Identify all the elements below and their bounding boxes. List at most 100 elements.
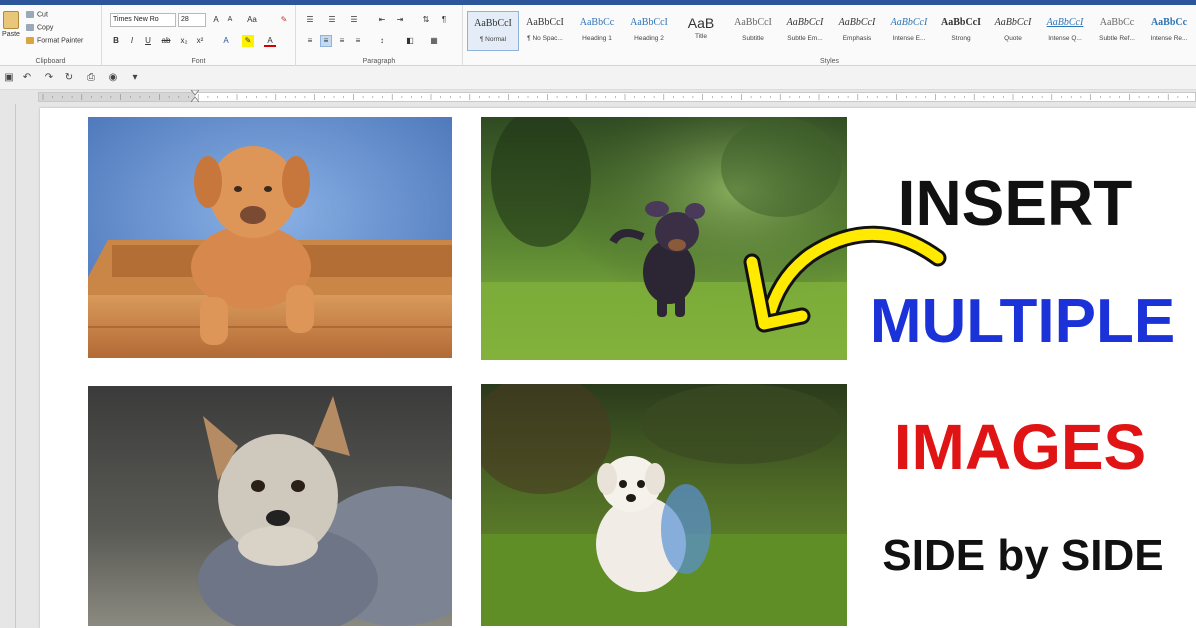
brush-icon [26, 37, 34, 44]
style-name: Subtle Em... [787, 35, 823, 42]
save-icon[interactable]: ▣ [2, 71, 16, 85]
align-center-icon[interactable]: ≡ [320, 35, 332, 47]
underline-button[interactable]: U [142, 35, 154, 47]
copy-label: Copy [37, 24, 54, 32]
style-name: Subtle Ref... [1099, 35, 1135, 42]
style-normal[interactable]: AaBbCcI ¶ Normal [467, 11, 519, 51]
text-effects-icon[interactable]: A [220, 35, 232, 47]
decrease-indent-icon[interactable]: ⇤ [376, 14, 388, 26]
style-sample: AaBbCcI [1046, 17, 1084, 28]
style-name: Subtitle [742, 35, 764, 42]
customize-toolbar-icon[interactable]: ▾ [128, 71, 142, 85]
style-sample: AaBbCcI [734, 17, 772, 28]
style-sample: AaBbCcI [940, 17, 981, 28]
undo-icon[interactable]: ↶ [20, 71, 34, 85]
paste-button[interactable]: Paste [0, 11, 22, 47]
font-size-box[interactable]: 28 [178, 13, 206, 27]
subscript-icon[interactable]: x₂ [178, 35, 190, 47]
strikethrough-icon[interactable]: ab [160, 35, 172, 47]
paste-label: Paste [2, 31, 20, 38]
format-painter-button[interactable]: Format Painter [26, 37, 83, 44]
word-window: Paste Cut Copy Format Painter Clipboard … [0, 0, 1196, 628]
style-name: Quote [1004, 35, 1022, 42]
multilevel-list-icon[interactable]: ☰ [348, 14, 360, 26]
highlight-icon[interactable]: ✎ [242, 35, 254, 47]
superscript-icon[interactable]: x² [194, 35, 206, 47]
cut-button[interactable]: Cut [26, 11, 48, 18]
copy-icon [26, 24, 34, 31]
style-intense-reference[interactable]: AaBbCc Intense Re... [1143, 11, 1195, 51]
paste-icon [3, 11, 19, 29]
grow-font-icon[interactable]: A [210, 14, 222, 26]
style-heading-1[interactable]: AaBbCc Heading 1 [571, 11, 623, 51]
borders-icon[interactable]: ▦ [428, 35, 440, 47]
font-color-icon[interactable]: A [264, 35, 276, 47]
font-group: Times New Ro 28 A A Aa ✎ B I U ab x₂ x² … [102, 5, 296, 66]
style-sample: AaBbCc [579, 17, 615, 28]
redo-icon[interactable]: ↷ [42, 71, 56, 85]
font-name-box[interactable]: Times New Ro [110, 13, 176, 27]
cut-label: Cut [37, 11, 48, 19]
style-title[interactable]: AaB Title [675, 11, 727, 51]
styles-gallery: AaBbCcI ¶ Normal AaBbCcI ¶ No Spac... AaBb… [463, 5, 1196, 66]
scissors-icon [26, 11, 34, 18]
style-name: Heading 1 [582, 35, 612, 42]
clipboard-group-label: Clipboard [35, 58, 66, 65]
style-heading-2[interactable]: AaBbCcI Heading 2 [623, 11, 675, 51]
caption-multiple: MULTIPLE [869, 287, 1176, 356]
font-group-label: Font [191, 58, 206, 65]
line-spacing-icon[interactable]: ↕ [376, 35, 388, 47]
change-case-icon[interactable]: Aa [246, 14, 258, 26]
image-white-puppy[interactable] [481, 384, 847, 626]
image-puppy-in-box[interactable] [88, 117, 452, 358]
clear-format-icon[interactable]: ✎ [278, 14, 290, 26]
vertical-ruler[interactable] [0, 104, 16, 628]
style-sample: AaBbCc [1099, 17, 1135, 28]
style-intense-quote[interactable]: AaBbCcI Intense Q... [1039, 11, 1091, 51]
style-name: Title [694, 33, 708, 40]
style-name: Heading 2 [634, 35, 664, 42]
image-yorkshire-terrier[interactable] [88, 386, 452, 626]
style-sample: AaBbCc [1150, 17, 1188, 28]
sort-icon[interactable]: ⇅ [420, 14, 432, 26]
quick-access-toolbar: ▣ ↶ ↷ ↻ ⎙ ◉ ▾ [0, 66, 1196, 90]
style-sample: AaBbCcI [890, 17, 928, 28]
italic-button[interactable]: I [126, 35, 138, 47]
style-name: Intense E... [892, 35, 926, 42]
style-name: Emphasis [842, 35, 872, 42]
style-quote[interactable]: AaBbCcI Quote [987, 11, 1039, 51]
style-subtle-emphasis[interactable]: AaBbCcI Subtle Em... [779, 11, 831, 51]
style-no-spacing[interactable]: AaBbCcI ¶ No Spac... [519, 11, 571, 51]
numbering-icon[interactable]: ☰ [326, 14, 338, 26]
style-emphasis[interactable]: AaBbCcI Emphasis [831, 11, 883, 51]
copy-button[interactable]: Copy [26, 24, 53, 31]
shading-icon[interactable]: ◧ [404, 35, 416, 47]
clipboard-group: Paste Cut Copy Format Painter Clipboard [0, 5, 102, 66]
web-icon[interactable]: ◉ [106, 71, 120, 85]
style-subtle-reference[interactable]: AaBbCc Subtle Ref... [1091, 11, 1143, 51]
styles-group-label: Styles [819, 58, 840, 65]
caption-images: IMAGES [893, 411, 1147, 483]
align-right-icon[interactable]: ≡ [336, 35, 348, 47]
caption-insert: INSERT [897, 167, 1133, 239]
justify-icon[interactable]: ≡ [352, 35, 364, 47]
style-sample: AaBbCcI [630, 17, 668, 28]
repeat-icon[interactable]: ↻ [62, 71, 76, 85]
paragraph-group-label: Paragraph [362, 58, 396, 65]
bold-button[interactable]: B [110, 35, 122, 47]
bullets-icon[interactable]: ☰ [304, 14, 316, 26]
style-name: ¶ Normal [479, 36, 507, 43]
show-marks-icon[interactable]: ¶ [438, 14, 450, 26]
align-left-icon[interactable]: ≡ [304, 35, 316, 47]
style-subtitle[interactable]: AaBbCcI Subtitle [727, 11, 779, 51]
style-sample: AaBbCcI [526, 17, 564, 28]
increase-indent-icon[interactable]: ⇥ [394, 14, 406, 26]
print-preview-icon[interactable]: ⎙ [84, 71, 98, 85]
shrink-font-icon[interactable]: A [224, 14, 236, 26]
style-name: Intense Q... [1048, 35, 1082, 42]
horizontal-ruler[interactable] [38, 90, 1196, 102]
style-sample: AaBbCcI [838, 17, 876, 28]
style-strong[interactable]: AaBbCcI Strong [935, 11, 987, 51]
style-name: Strong [951, 35, 971, 42]
style-intense-emphasis[interactable]: AaBbCcI Intense E... [883, 11, 935, 51]
